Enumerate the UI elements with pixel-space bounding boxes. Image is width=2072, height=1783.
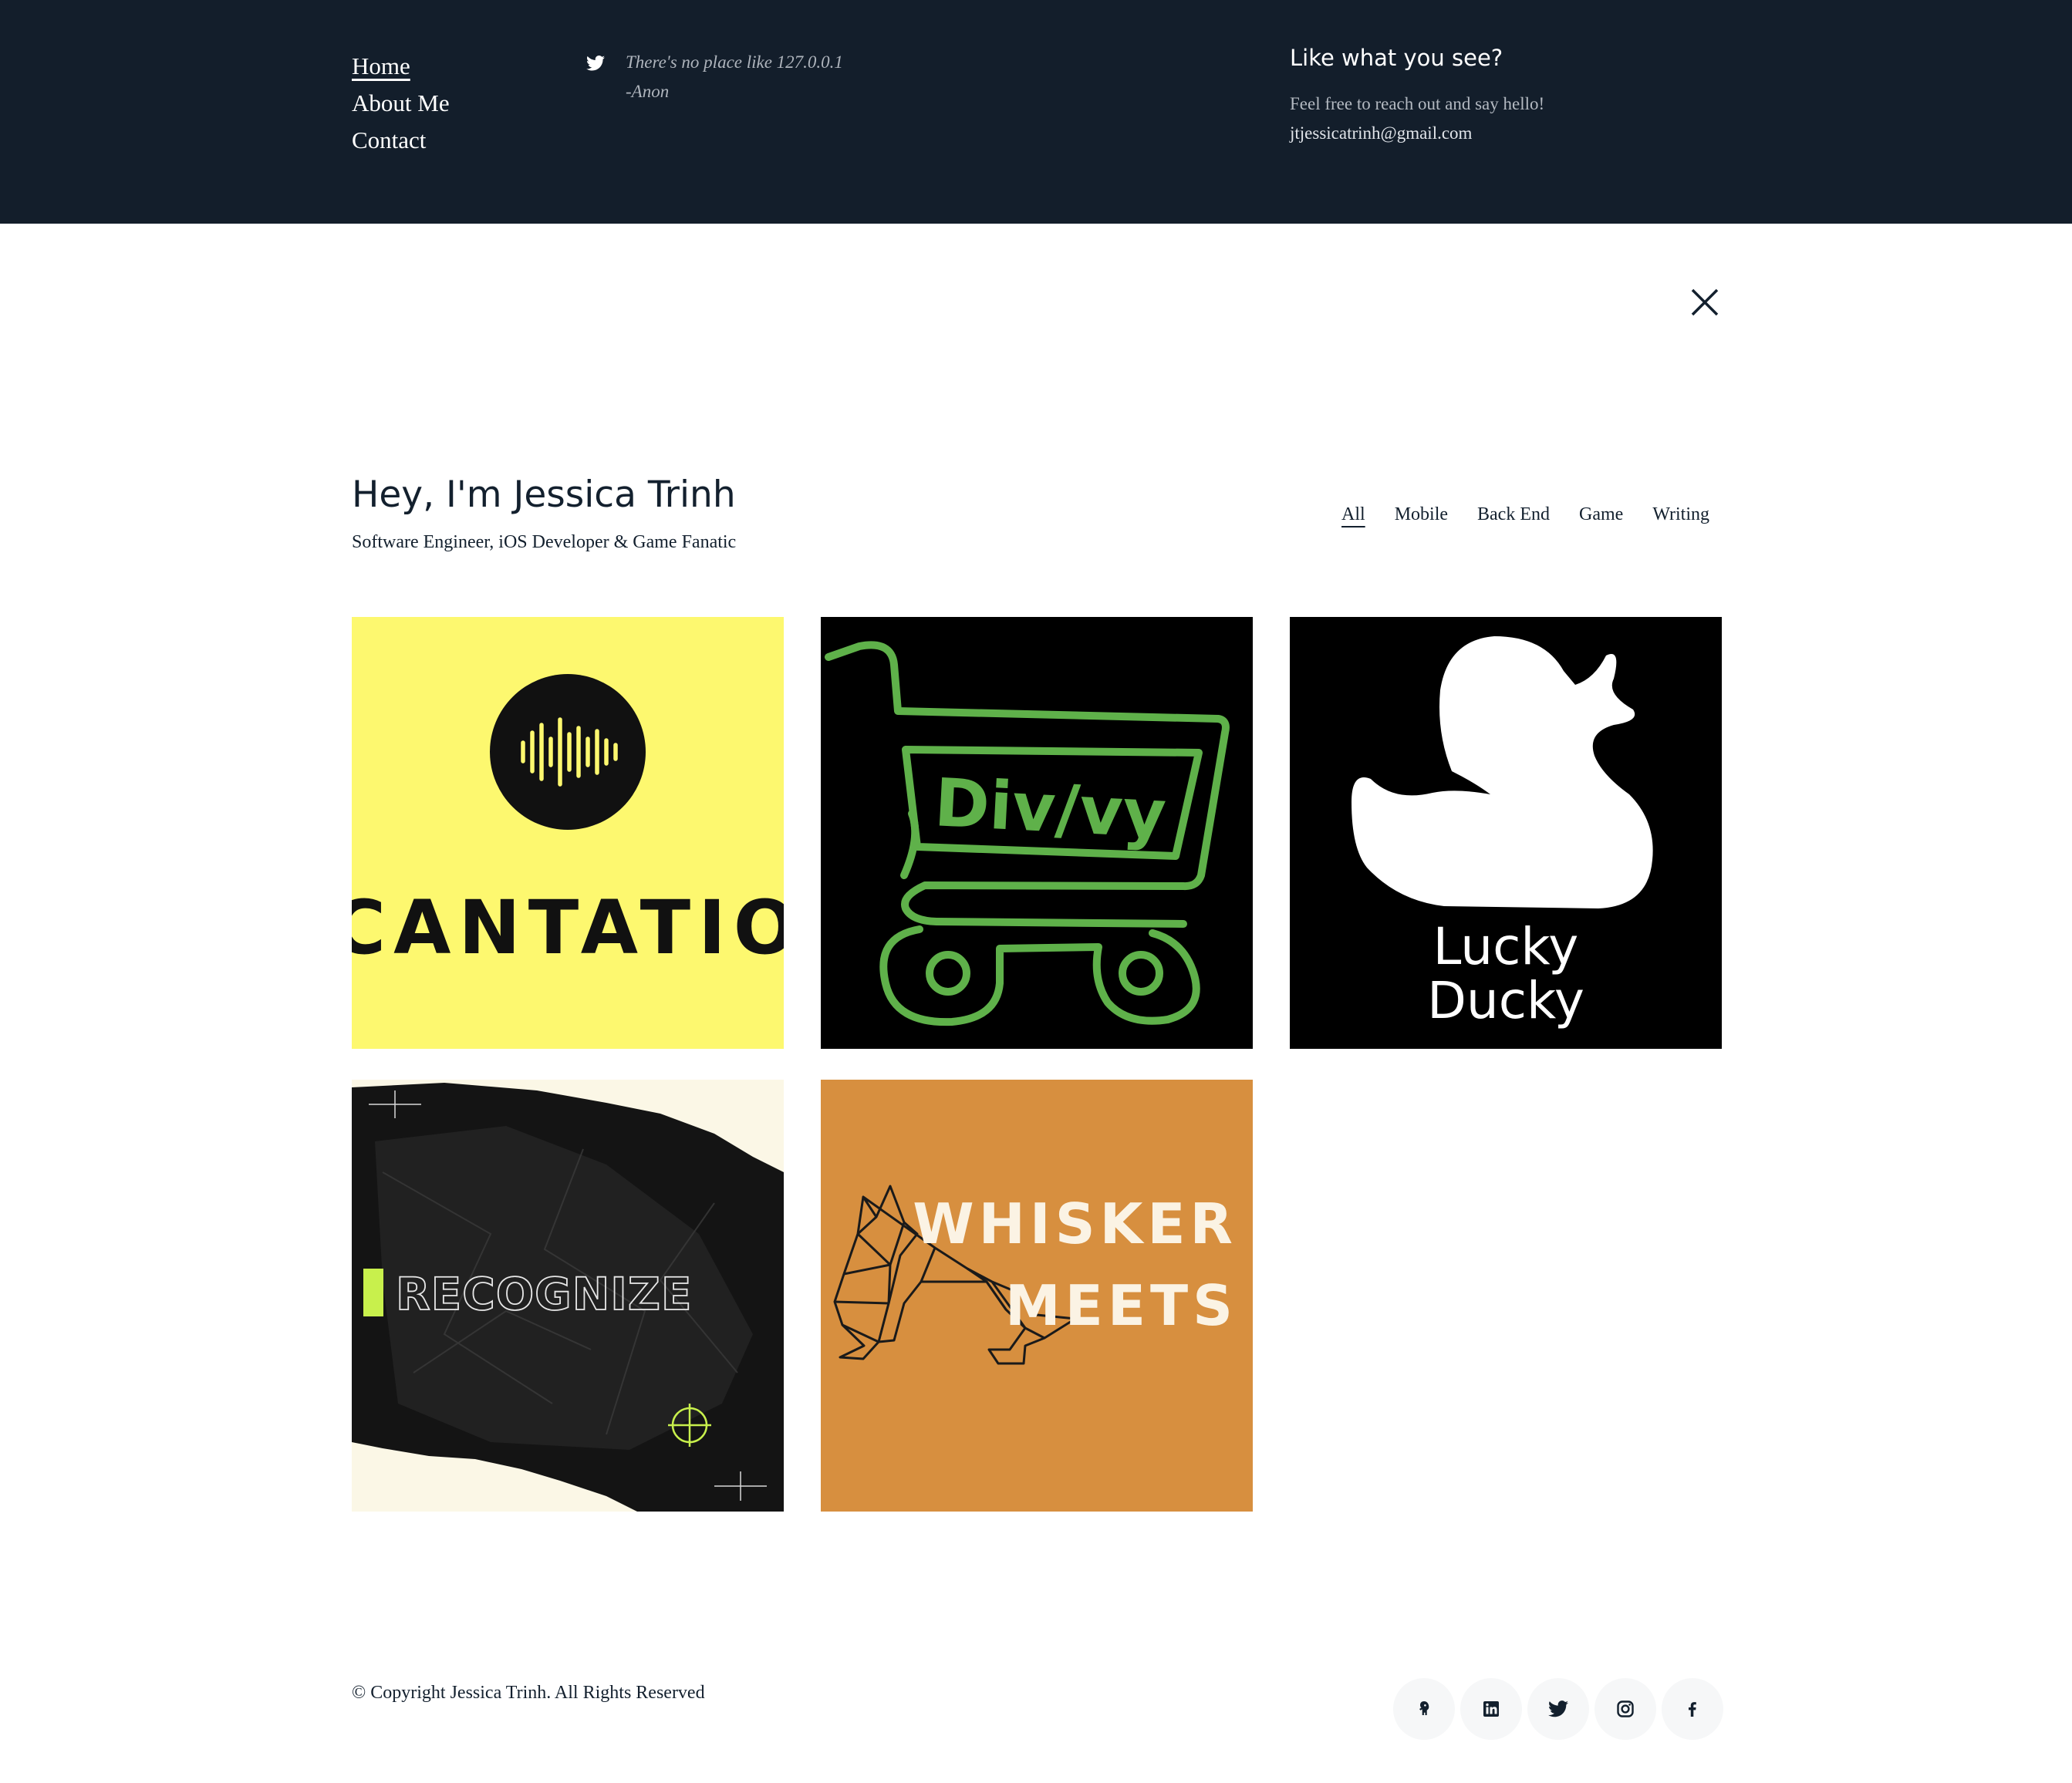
top-panel: Home About Me Contact There's no place l…: [0, 0, 2072, 224]
quote-author: -Anon: [626, 82, 670, 101]
filter-back-end[interactable]: Back End: [1477, 504, 1550, 525]
twitter-icon: [586, 56, 605, 71]
project-title-line2: MEETS: [1005, 1273, 1237, 1338]
social-links: [1393, 1678, 1723, 1740]
social-instagram-button[interactable]: [1594, 1678, 1656, 1740]
page-subtitle: Software Engineer, iOS Developer & Game …: [352, 532, 737, 552]
instagram-icon: [1617, 1700, 1634, 1717]
copyright-text: © Copyright Jessica Trinh. All Rights Re…: [352, 1683, 705, 1703]
accent-bar: [363, 1269, 383, 1316]
filter-all[interactable]: All: [1341, 504, 1365, 525]
social-hackerrank-button[interactable]: [1393, 1678, 1455, 1740]
project-title: Div/vy: [933, 764, 1168, 854]
filter-writing[interactable]: Writing: [1652, 504, 1709, 525]
filter-mobile[interactable]: Mobile: [1395, 504, 1448, 525]
main-nav: Home About Me Contact: [352, 48, 450, 159]
filter-game[interactable]: Game: [1579, 504, 1623, 525]
project-lucky-ducky[interactable]: Lucky Ducky: [1290, 617, 1722, 1049]
facebook-icon: [1689, 1702, 1696, 1717]
project-title-line1: Lucky: [1433, 917, 1579, 976]
social-linkedin-button[interactable]: [1460, 1678, 1522, 1740]
project-divvy[interactable]: Div/vy: [821, 617, 1253, 1049]
project-whisker-meets[interactable]: WHISKER MEETS: [821, 1080, 1253, 1512]
close-icon[interactable]: [1689, 287, 1720, 318]
contact-text: Feel free to reach out and say hello!: [1290, 94, 1545, 113]
nav-item-contact[interactable]: Contact: [352, 122, 450, 159]
project-title: CANTATIO: [352, 885, 784, 971]
project-title-line2: Ducky: [1427, 971, 1584, 1030]
project-recognize[interactable]: RECOGNIZE: [352, 1080, 784, 1512]
project-title-line1: WHISKER: [913, 1191, 1237, 1256]
project-cantatio[interactable]: CANTATIO: [352, 617, 784, 1049]
social-facebook-button[interactable]: [1662, 1678, 1723, 1740]
quote-text: There's no place like 127.0.0.1: [626, 52, 843, 72]
social-twitter-button[interactable]: [1527, 1678, 1589, 1740]
portfolio-filters: All Mobile Back End Game Writing: [1341, 504, 1709, 525]
contact-heading: Like what you see?: [1290, 45, 1503, 71]
project-title: RECOGNIZE: [396, 1268, 693, 1320]
nav-item-about[interactable]: About Me: [352, 85, 450, 122]
nav-item-home[interactable]: Home: [352, 48, 450, 85]
linkedin-icon: [1483, 1701, 1499, 1717]
contact-email[interactable]: jtjessicatrinh@gmail.com: [1290, 119, 1472, 148]
page-title: Hey, I'm Jessica Trinh: [352, 474, 736, 516]
hackerrank-icon: [1419, 1701, 1429, 1715]
tweet-quote: There's no place like 127.0.0.1 -Anon: [626, 48, 843, 106]
twitter-icon: [1548, 1700, 1568, 1717]
